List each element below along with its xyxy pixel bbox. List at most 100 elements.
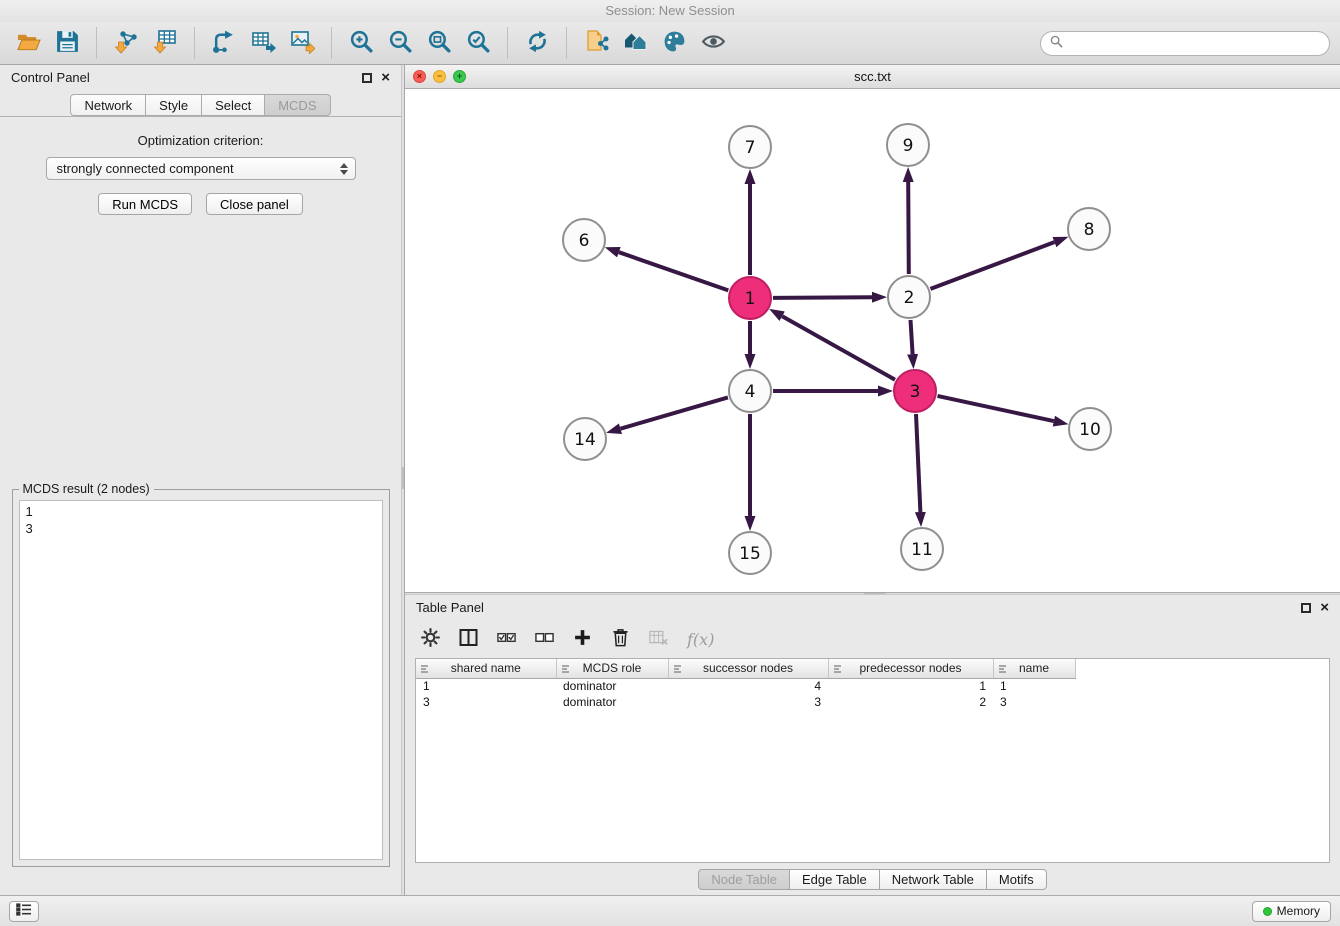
copy-network-button[interactable]	[578, 26, 614, 60]
table-panel-title: Table Panel	[416, 600, 484, 615]
mcds-result-text[interactable]: 1 3	[19, 500, 383, 860]
import-network-button[interactable]	[108, 26, 144, 60]
cell-filler	[1075, 694, 1329, 710]
tab-node-table[interactable]: Node Table	[698, 869, 790, 890]
cell-successor-nodes[interactable]: 4	[668, 678, 828, 694]
graph-edge-1-2[interactable]	[773, 297, 872, 298]
show-welcome-button[interactable]	[617, 26, 653, 60]
export-table-button[interactable]	[245, 26, 281, 60]
table-row[interactable]: 1 dominator 4 1 1	[416, 678, 1329, 694]
zoom-in-button[interactable]	[343, 26, 379, 60]
tab-style[interactable]: Style	[146, 94, 202, 116]
column-header-shared-name[interactable]: shared name	[416, 659, 556, 678]
graph-node-label: 7	[745, 138, 756, 158]
status-bar: Memory	[0, 895, 1340, 926]
cell-shared-name[interactable]: 1	[416, 678, 556, 694]
graph-node-label: 9	[903, 136, 914, 156]
network-graph[interactable]: 7968124314101511	[405, 89, 1340, 592]
cell-successor-nodes[interactable]: 3	[668, 694, 828, 710]
graph-edge-2-9[interactable]	[908, 182, 909, 274]
main-toolbar	[0, 22, 1340, 65]
select-all-columns-button[interactable]	[497, 628, 516, 650]
zoom-selected-icon	[466, 29, 491, 57]
cell-name[interactable]: 3	[993, 694, 1075, 710]
float-panel-icon[interactable]	[1301, 603, 1311, 613]
tab-motifs[interactable]: Motifs	[987, 869, 1047, 890]
sort-icon	[833, 663, 843, 677]
close-panel-button[interactable]: Close panel	[206, 193, 303, 215]
tab-edge-table[interactable]: Edge Table	[790, 869, 880, 890]
export-image-button[interactable]	[284, 26, 320, 60]
graph-edge-3-10[interactable]	[938, 396, 1054, 421]
memory-button[interactable]: Memory	[1252, 901, 1331, 922]
main-content: Control Panel × Network Style Select MCD…	[0, 65, 1340, 895]
table-settings-button[interactable]	[421, 628, 440, 650]
graph-edge-1-6[interactable]	[619, 252, 728, 290]
zoom-selected-button[interactable]	[460, 26, 496, 60]
minimize-window-icon[interactable]: −	[433, 70, 446, 83]
cell-predecessor-nodes[interactable]: 1	[828, 678, 993, 694]
graph-edge-4-14[interactable]	[621, 397, 728, 428]
mcds-result-group: MCDS result (2 nodes) 1 3	[12, 489, 390, 867]
column-header-mcds-role[interactable]: MCDS role	[556, 659, 668, 678]
column-header-name[interactable]: name	[993, 659, 1075, 678]
zoom-fit-button[interactable]	[421, 26, 457, 60]
show-graphics-details-button[interactable]	[695, 26, 731, 60]
memory-label: Memory	[1277, 904, 1320, 918]
fx-icon: f(x)	[687, 630, 714, 649]
folder-open-icon	[16, 29, 41, 57]
graph-edge-3-11[interactable]	[916, 414, 920, 512]
deselect-all-columns-button[interactable]	[535, 628, 554, 650]
optimization-criterion-label: Optimization criterion:	[138, 133, 264, 148]
cell-mcds-role[interactable]: dominator	[556, 694, 668, 710]
apply-style-button[interactable]	[656, 26, 692, 60]
tab-network-table[interactable]: Network Table	[880, 869, 987, 890]
apply-layout-button[interactable]	[519, 26, 555, 60]
close-panel-icon[interactable]: ×	[1320, 600, 1329, 615]
graph-node-label: 3	[910, 382, 921, 402]
column-visibility-button[interactable]	[459, 628, 478, 650]
import-table-button[interactable]	[147, 26, 183, 60]
tab-network[interactable]: Network	[70, 94, 146, 116]
cell-name[interactable]: 1	[993, 678, 1075, 694]
column-header-successor-nodes[interactable]: successor nodes	[668, 659, 828, 678]
show-panel-list-button[interactable]	[9, 901, 39, 922]
graph-node-label: 10	[1079, 420, 1101, 440]
checked-boxes-icon	[497, 628, 516, 650]
criterion-select-value: strongly connected component	[57, 161, 338, 176]
cell-shared-name[interactable]: 3	[416, 694, 556, 710]
column-header-predecessor-nodes[interactable]: predecessor nodes	[828, 659, 993, 678]
save-session-button[interactable]	[49, 26, 85, 60]
zoom-out-button[interactable]	[382, 26, 418, 60]
tab-select[interactable]: Select	[202, 94, 265, 116]
add-row-button[interactable]	[573, 628, 592, 650]
export-network-button[interactable]	[206, 26, 242, 60]
open-file-button[interactable]	[10, 26, 46, 60]
search-input[interactable]	[1068, 36, 1320, 51]
vertical-splitter[interactable]	[401, 65, 405, 895]
graph-node-label: 1	[745, 289, 756, 309]
cell-predecessor-nodes[interactable]: 2	[828, 694, 993, 710]
horizontal-splitter[interactable]	[405, 592, 1340, 595]
search-icon	[1050, 35, 1063, 51]
network-canvas[interactable]: 7968124314101511	[405, 89, 1340, 592]
zoom-window-icon[interactable]: +	[453, 70, 466, 83]
global-search[interactable]	[1040, 31, 1330, 56]
mcds-result-title: MCDS result (2 nodes)	[19, 482, 154, 496]
graph-edge-2-3[interactable]	[911, 320, 913, 354]
graph-edge-3-1[interactable]	[782, 316, 895, 380]
toolbar-separator	[507, 27, 508, 59]
close-panel-icon[interactable]: ×	[381, 70, 390, 85]
criterion-select[interactable]: strongly connected component	[46, 157, 356, 180]
tab-mcds[interactable]: MCDS	[265, 94, 330, 116]
float-panel-icon[interactable]	[362, 73, 372, 83]
close-window-icon[interactable]: ×	[413, 70, 426, 83]
control-panel: Control Panel × Network Style Select MCD…	[0, 65, 401, 895]
graph-node-label: 8	[1084, 220, 1095, 240]
run-mcds-button[interactable]: Run MCDS	[98, 193, 192, 215]
cell-mcds-role[interactable]: dominator	[556, 678, 668, 694]
graph-edge-2-8[interactable]	[931, 242, 1055, 289]
table-row[interactable]: 3 dominator 3 2 3	[416, 694, 1329, 710]
style-palette-icon	[662, 29, 687, 57]
delete-row-button[interactable]	[611, 628, 630, 650]
